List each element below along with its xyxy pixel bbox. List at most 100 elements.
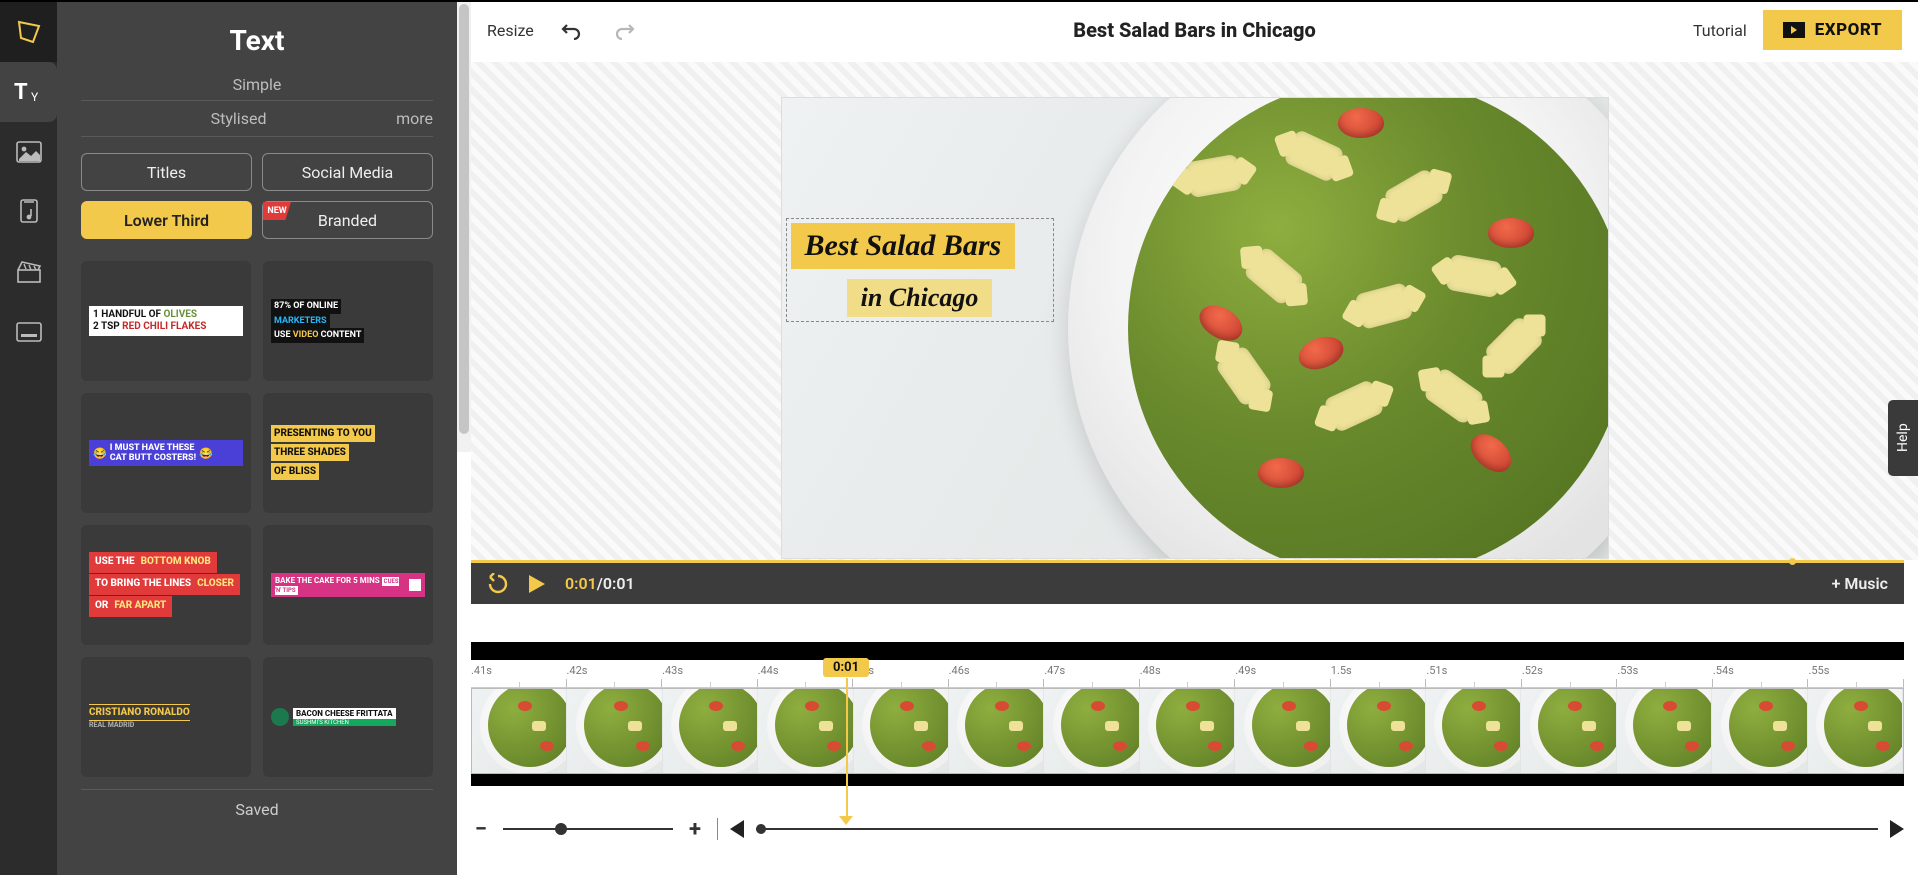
scroll-right-icon[interactable] <box>1890 820 1904 838</box>
scroll-handle[interactable] <box>756 824 766 834</box>
overlay-line2[interactable]: in Chicago <box>847 279 993 317</box>
t: VIDEO <box>293 330 319 340</box>
t: OF BLISS <box>271 463 319 480</box>
timeline-ruler[interactable]: 0:01 .41s .42s .43s .44s .45s .46s .47s … <box>471 660 1904 688</box>
template-thumb[interactable]: 1 HANDFUL OF OLIVES 2 TSP RED CHILI FLAK… <box>81 261 251 381</box>
zoom-in-icon[interactable]: + <box>685 817 705 842</box>
rail-caption[interactable] <box>0 302 57 362</box>
frame-thumb[interactable] <box>1235 689 1330 773</box>
frame-thumb[interactable] <box>1331 689 1426 773</box>
text-overlay[interactable]: Best Salad Bars in Chicago <box>786 218 1054 322</box>
template-thumb[interactable]: 😂 I MUST HAVE THESECAT BUTT COSTERS! 😂 <box>81 393 251 513</box>
template-thumb[interactable]: PRESENTING TO YOU THREE SHADES OF BLISS <box>263 393 433 513</box>
t: I MUST HAVE THESE <box>110 443 195 453</box>
tick: .49s <box>1235 660 1331 687</box>
stage: Resize Best Salad Bars in Chicago Tutori… <box>457 2 1918 875</box>
t: CRISTIANO RONALDO <box>89 704 190 721</box>
text-panel: Text Simple Stylised more Titles Social … <box>57 2 457 875</box>
rail-image[interactable] <box>0 122 57 182</box>
frame-thumb[interactable] <box>854 689 949 773</box>
rail-text[interactable]: TY <box>0 62 57 122</box>
pill-lower-third[interactable]: Lower Third <box>81 201 252 239</box>
export-label: EXPORT <box>1815 20 1882 40</box>
food-graphic <box>1128 98 1608 558</box>
zoom-slider[interactable] <box>503 828 673 830</box>
zoom-out-icon[interactable]: − <box>471 817 491 842</box>
template-grid: 1 HANDFUL OF OLIVES 2 TSP RED CHILI FLAK… <box>81 261 433 777</box>
project-title[interactable]: Best Salad Bars in Chicago <box>1073 18 1316 42</box>
rail-audio[interactable] <box>0 182 57 242</box>
timeline-frames[interactable] <box>471 688 1904 774</box>
t: THREE SHADES <box>271 444 349 461</box>
logo-icon[interactable] <box>0 2 57 62</box>
redo-icon[interactable] <box>614 20 638 40</box>
category-pills: Titles Social Media Lower Third NEW Bran… <box>81 153 433 239</box>
t: USE THE <box>92 553 138 571</box>
undo-icon[interactable] <box>558 20 582 40</box>
add-music-button[interactable]: + Music <box>1832 574 1888 593</box>
t: MARKETERS <box>274 316 327 326</box>
player-bar: 0:01 / 0:01 + Music <box>471 560 1904 604</box>
scroll-left-icon[interactable] <box>730 820 744 838</box>
pill-branded[interactable]: NEW Branded <box>262 201 433 239</box>
t: 87% OF ONLINE <box>271 299 341 314</box>
timeline-strip-bottom <box>471 774 1904 786</box>
help-tab[interactable]: Help <box>1888 400 1918 476</box>
scrollbar-vertical[interactable] <box>457 2 471 452</box>
template-thumb[interactable]: BAKE THE CAKE FOR 5 MINS CUES 'N' TIPS <box>263 525 433 645</box>
playhead[interactable]: 0:01 <box>823 658 869 677</box>
tool-rail: TY <box>0 2 57 875</box>
t: BAKE THE CAKE FOR 5 MINS <box>275 576 380 585</box>
timeline: 0:01 .41s .42s .43s .44s .45s .46s .47s … <box>471 642 1904 786</box>
tab-simple[interactable]: Simple <box>233 75 282 94</box>
pill-social-media[interactable]: Social Media <box>262 153 433 191</box>
t: RED CHILI FLAKES <box>122 321 206 332</box>
template-thumb[interactable]: BACON CHEESE FRITTATA SUSHMI'S KITCHEN <box>263 657 433 777</box>
template-thumb[interactable]: 87% OF ONLINE MARKETERS USE VIDEO CONTEN… <box>263 261 433 381</box>
template-thumb[interactable]: CRISTIANO RONALDO REAL MADRID <box>81 657 251 777</box>
t: REAL MADRID <box>89 721 243 730</box>
play-icon[interactable] <box>527 573 547 595</box>
frame-thumb[interactable] <box>1426 689 1521 773</box>
overlay-line1[interactable]: Best Salad Bars <box>791 223 1016 269</box>
t: CLOSER <box>194 575 237 593</box>
timeline-scrollbar[interactable] <box>756 828 1878 830</box>
frame-thumb[interactable] <box>1712 689 1807 773</box>
progress-handle[interactable] <box>1789 558 1796 565</box>
tick: .53s <box>1617 660 1713 687</box>
saved-section-label[interactable]: Saved <box>81 789 433 819</box>
frame-thumb[interactable] <box>1140 689 1235 773</box>
timeline-strip-top <box>471 642 1904 660</box>
frame-thumb[interactable] <box>758 689 853 773</box>
tutorial-link[interactable]: Tutorial <box>1693 21 1747 40</box>
frame-thumb[interactable] <box>472 689 567 773</box>
frame-thumb[interactable] <box>1521 689 1616 773</box>
frame-thumb[interactable] <box>949 689 1044 773</box>
svg-text:T: T <box>14 80 28 105</box>
frame-thumb[interactable] <box>1617 689 1712 773</box>
progress-bar[interactable] <box>471 560 1789 563</box>
rewind-icon[interactable] <box>487 573 509 595</box>
tab-stylised[interactable]: Stylised <box>211 109 267 128</box>
rail-scene[interactable] <box>0 242 57 302</box>
pill-titles[interactable]: Titles <box>81 153 252 191</box>
frame-thumb[interactable] <box>663 689 758 773</box>
export-button[interactable]: EXPORT <box>1763 10 1902 50</box>
canvas-area: Best Salad Bars in Chicago <box>471 62 1918 560</box>
svg-text:Y: Y <box>31 90 39 104</box>
thumb-image-placeholder <box>409 579 421 591</box>
zoom-handle[interactable] <box>555 823 567 835</box>
frame-thumb[interactable] <box>1808 689 1903 773</box>
tick: .43s <box>662 660 758 687</box>
time-current: 0:01 <box>565 574 597 593</box>
tick: .46s <box>949 660 1045 687</box>
tab-more[interactable]: more <box>396 109 433 128</box>
t: BOTTOM KNOB <box>138 553 214 571</box>
template-thumb[interactable]: USE THE BOTTOM KNOB TO BRING THE LINES C… <box>81 525 251 645</box>
frame-thumb[interactable] <box>567 689 662 773</box>
frame-thumb[interactable] <box>1044 689 1139 773</box>
resize-button[interactable]: Resize <box>487 21 534 40</box>
emoji-icon: 😂 <box>199 447 213 460</box>
video-canvas[interactable]: Best Salad Bars in Chicago <box>782 98 1608 558</box>
tick: .54s <box>1713 660 1809 687</box>
